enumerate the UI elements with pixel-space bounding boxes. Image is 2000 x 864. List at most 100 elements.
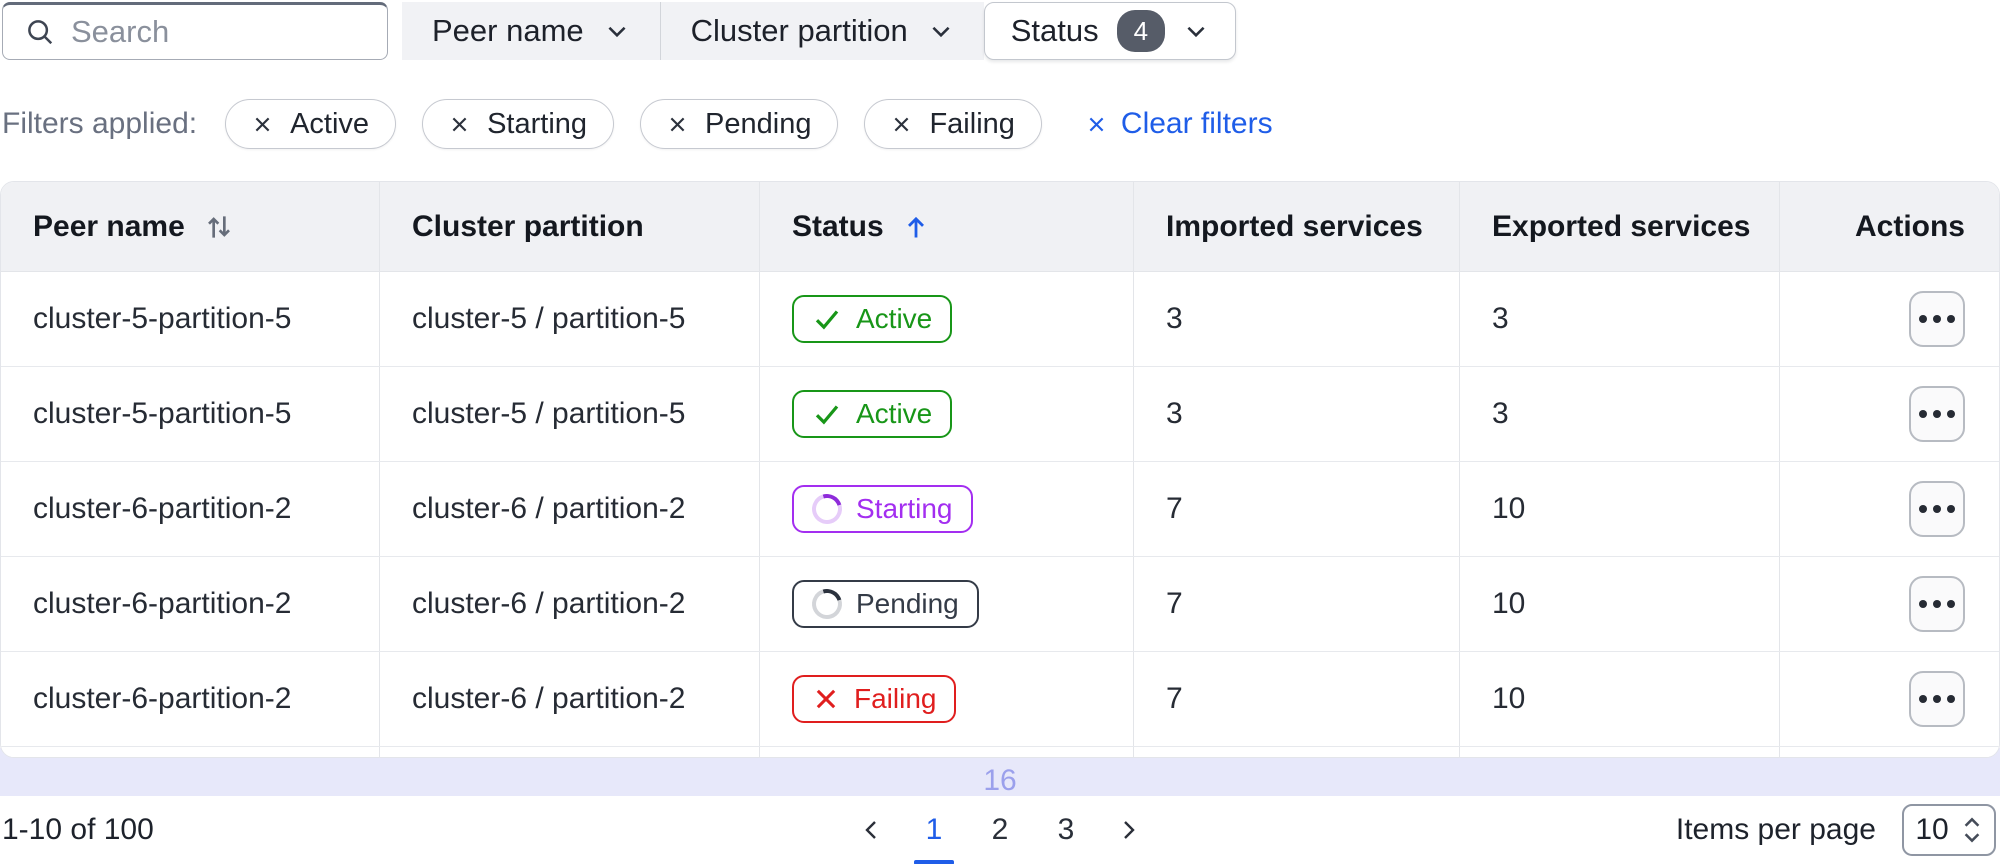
imported-services-cell: 3 (1133, 367, 1459, 461)
filter-toolbar: Peer name Cluster partition Status 4 (2, 2, 1237, 60)
column-header-status[interactable]: Status (759, 182, 1133, 271)
next-page-button[interactable] (1110, 807, 1146, 853)
cluster-partition-dropdown-label: Cluster partition (690, 13, 908, 48)
status-dropdown[interactable]: Status 4 (983, 2, 1237, 60)
column-header-exported-services: Exported services (1459, 182, 1779, 271)
check-icon (815, 405, 839, 425)
filter-chip-label: Pending (705, 107, 812, 140)
actions-cell (1779, 462, 1999, 556)
imported-services-cell: 3 (1133, 272, 1459, 366)
filter-chip-label: Starting (487, 107, 588, 140)
peer-name-cell: cluster-6-partition-2 (33, 492, 292, 525)
exported-services-cell: 10 (1459, 462, 1779, 556)
column-header-peer-name[interactable]: Peer name (1, 182, 379, 271)
filter-chip-pending[interactable]: Pending (640, 99, 839, 149)
filter-chips: Active Starting Pending Failing (225, 99, 1042, 149)
status-badge-label: Active (856, 303, 933, 334)
items-per-page-group: Items per page 10 (1676, 804, 1996, 856)
exported-services-cell: 10 (1459, 652, 1779, 746)
page-button-2[interactable]: 2 (978, 807, 1022, 853)
actions-cell (1779, 652, 1999, 746)
column-header-label: Exported services (1492, 209, 1751, 243)
sort-ascending-icon[interactable] (902, 212, 930, 242)
filter-chip-active[interactable]: Active (225, 99, 397, 149)
status-badge-label: Failing (854, 683, 937, 714)
filter-chip-label: Active (290, 107, 370, 140)
status-badge-failing: Failing (792, 675, 957, 723)
table-row-clipped (1, 747, 1999, 757)
filter-chip-failing[interactable]: Failing (864, 99, 1042, 149)
peer-name-cell: cluster-5-partition-5 (33, 397, 292, 430)
page-button-3[interactable]: 3 (1044, 807, 1088, 853)
items-per-page-label: Items per page (1675, 813, 1876, 846)
peer-name-cell: cluster-5-partition-5 (33, 302, 292, 335)
remove-chip-icon[interactable] (449, 114, 470, 135)
clear-icon (1089, 117, 1104, 131)
sort-both-icon[interactable] (203, 211, 235, 243)
clear-filters-label: Clear filters (1120, 107, 1273, 140)
row-actions-button[interactable] (1909, 481, 1965, 537)
actions-cell (1779, 367, 1999, 461)
status-count-badge: 4 (1116, 10, 1166, 52)
row-actions-button[interactable] (1909, 291, 1965, 347)
table-row: cluster-6-partition-2 cluster-6 / partit… (1, 557, 1999, 652)
status-cell: Active (759, 367, 1133, 461)
clear-filters-link[interactable]: Clear filters (1086, 107, 1273, 141)
search-box[interactable] (2, 2, 388, 60)
column-header-label: Actions (1854, 209, 1965, 243)
remove-chip-icon[interactable] (667, 114, 688, 135)
remove-chip-icon[interactable] (891, 114, 912, 135)
column-header-cluster-partition: Cluster partition (379, 182, 759, 271)
search-input[interactable] (71, 14, 369, 50)
pagination-bar: 1-10 of 100 1 2 3 Items per page 10 (0, 796, 2000, 864)
cluster-partition-cell: cluster-6 / partition-2 (379, 462, 759, 556)
exported-services-cell: 10 (1459, 557, 1779, 651)
table-row: cluster-5-partition-5 cluster-5 / partit… (1, 272, 1999, 367)
status-badge-active: Active (792, 390, 953, 438)
previous-page-button[interactable] (854, 807, 890, 853)
filter-dropdown-group: Peer name Cluster partition (402, 2, 984, 60)
exported-services-cell: 3 (1459, 272, 1779, 366)
chevron-down-icon (932, 26, 950, 38)
column-header-label: Status (792, 209, 884, 243)
items-per-page-stepper[interactable]: 10 (1902, 804, 1996, 856)
actions-cell (1779, 557, 1999, 651)
status-badge-starting: Starting (792, 485, 973, 533)
status-cell: Failing (759, 652, 1133, 746)
applied-filters-bar: Filters applied: Active Starting Pending… (2, 98, 1273, 150)
row-actions-button[interactable] (1909, 671, 1965, 727)
column-header-imported-services: Imported services (1133, 182, 1459, 271)
table-row: cluster-6-partition-2 cluster-6 / partit… (1, 652, 1999, 747)
column-header-actions: Actions (1779, 182, 1999, 271)
cluster-partition-cell: cluster-5 / partition-5 (379, 272, 759, 366)
items-per-page-value: 10 (1915, 813, 1949, 846)
page-button-1[interactable]: 1 (912, 807, 956, 864)
peer-name-cell: cluster-6-partition-2 (33, 587, 292, 620)
check-icon (815, 310, 839, 330)
peer-name-dropdown[interactable]: Peer name (402, 2, 660, 60)
column-header-label: Peer name (33, 209, 185, 243)
column-header-label: Imported services (1166, 209, 1423, 243)
spinner-icon (806, 583, 848, 625)
row-actions-button[interactable] (1909, 576, 1965, 632)
x-icon (816, 689, 836, 709)
stepper-chevrons-icon[interactable] (1961, 814, 1983, 846)
cluster-partition-dropdown[interactable]: Cluster partition (659, 2, 984, 60)
peers-table: Peer name Cluster partition Status Impor… (0, 181, 2000, 758)
status-cell: Starting (759, 462, 1133, 556)
status-badge-active: Active (792, 295, 953, 343)
pagination-range-label: 1-10 of 100 (2, 813, 154, 846)
table-row: cluster-5-partition-5 cluster-5 / partit… (1, 367, 1999, 462)
remove-chip-icon[interactable] (252, 114, 273, 135)
cluster-partition-cell: cluster-6 / partition-2 (379, 652, 759, 746)
status-badge-label: Active (856, 398, 933, 429)
status-cell: Pending (759, 557, 1133, 651)
actions-cell (1779, 272, 1999, 366)
cluster-partition-cell: cluster-5 / partition-5 (379, 367, 759, 461)
search-icon (28, 20, 53, 45)
filter-chip-starting[interactable]: Starting (422, 99, 615, 149)
row-actions-button[interactable] (1909, 386, 1965, 442)
status-cell: Active (759, 272, 1133, 366)
column-header-label: Cluster partition (412, 209, 644, 243)
chevron-right-icon (1124, 821, 1135, 839)
